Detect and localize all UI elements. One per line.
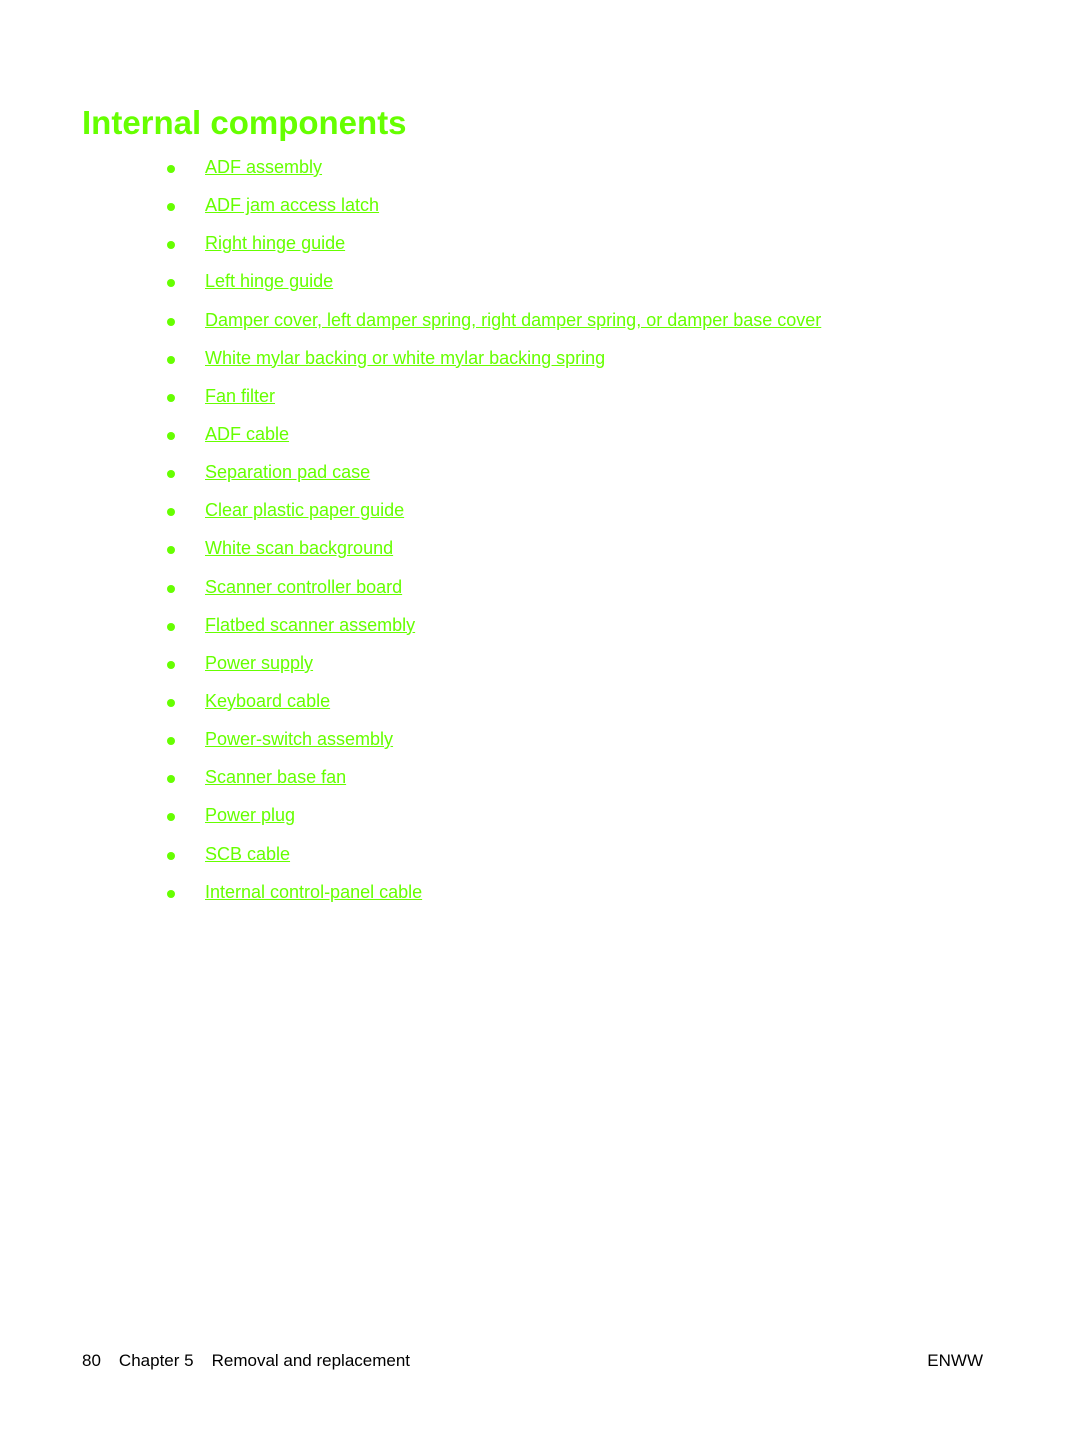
component-link[interactable]: Damper cover, left damper spring, right … [205,310,821,331]
component-link[interactable]: ADF cable [205,424,289,445]
footer-doc-code: ENWW [927,1351,983,1370]
page-title: Internal components [82,104,407,141]
component-link[interactable]: Internal control-panel cable [205,882,422,903]
component-link[interactable]: Left hinge guide [205,271,333,292]
component-link[interactable]: Fan filter [205,386,275,407]
component-link[interactable]: Separation pad case [205,462,370,483]
component-link[interactable]: Right hinge guide [205,233,345,254]
bullet-icon [167,241,175,250]
component-link[interactable]: Flatbed scanner assembly [205,615,415,636]
component-link[interactable]: White scan background [205,538,393,559]
bullet-icon [167,203,175,212]
bullet-icon [167,355,175,364]
bullet-icon [167,660,175,669]
bullet-icon [167,279,175,288]
bullet-icon [167,470,175,479]
component-link[interactable]: White mylar backing or white mylar backi… [205,348,605,369]
bullet-icon [167,737,175,746]
bullet-icon [167,317,175,326]
component-link[interactable]: Scanner controller board [205,577,402,598]
bullet-icon [167,622,175,631]
bullet-icon [167,431,175,440]
component-link[interactable]: Power-switch assembly [205,729,393,750]
bullet-icon [167,813,175,822]
component-link[interactable]: Clear plastic paper guide [205,500,404,521]
component-link[interactable]: Power plug [205,805,295,826]
bullet-icon [167,775,175,784]
component-link[interactable]: Scanner base fan [205,767,346,788]
bullet-icon [167,393,175,402]
bullet-icon [167,508,175,517]
page-number: 80 [82,1351,101,1370]
bullet-icon [167,698,175,707]
footer-left: 80 Chapter 5 Removal and replacement [82,1351,428,1371]
bullet-icon [167,165,175,173]
bullet-icon [167,889,175,898]
component-link[interactable]: ADF assembly [205,157,322,178]
component-link[interactable]: ADF jam access latch [205,195,379,216]
chapter-title: Removal and replacement [211,1351,411,1370]
bullet-icon [167,584,175,593]
component-link[interactable]: Keyboard cable [205,691,330,712]
component-link[interactable]: SCB cable [205,844,290,865]
chapter-label: Chapter 5 [118,1351,194,1370]
bullet-icon [167,546,175,555]
bullet-icon [167,851,175,860]
component-link[interactable]: Power supply [205,653,313,674]
